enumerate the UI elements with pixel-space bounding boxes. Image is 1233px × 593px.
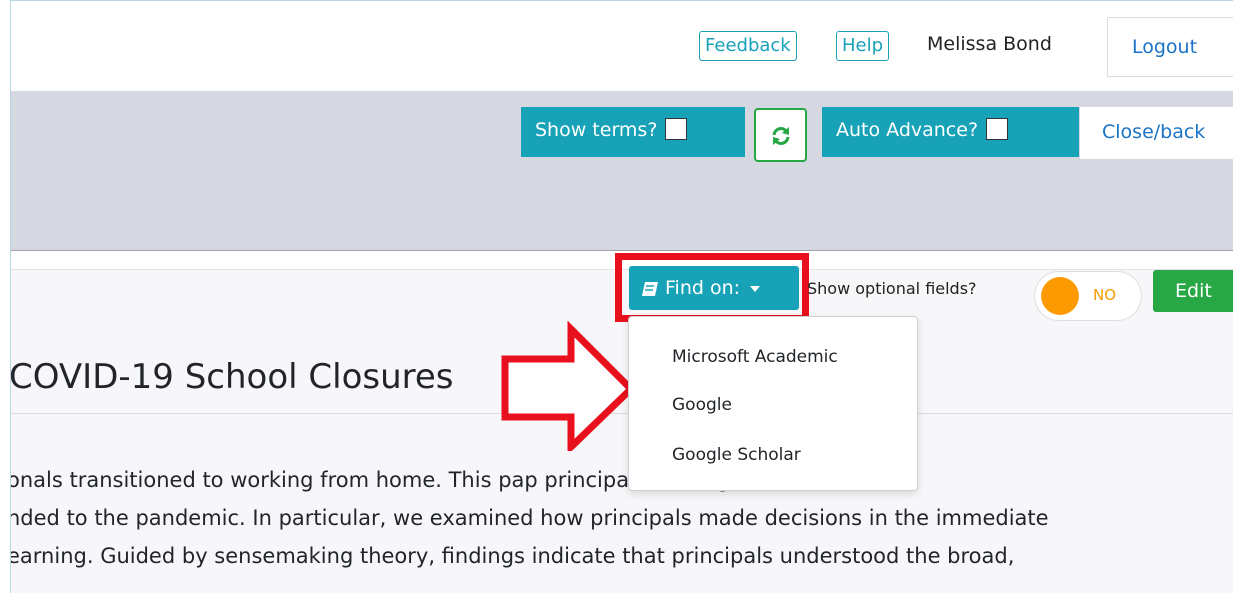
menu-item-google-scholar[interactable]: Google Scholar (672, 445, 801, 465)
find-on-dropdown-button[interactable]: Find on: (629, 266, 799, 310)
edit-button[interactable]: Edit (1153, 270, 1233, 312)
menu-item-google[interactable]: Google (672, 395, 732, 415)
find-on-menu: Microsoft Academic Google Google Scholar (628, 316, 918, 491)
show-terms-label: Show terms? (535, 119, 658, 141)
close-back-button[interactable]: Close/back (1080, 107, 1233, 159)
optional-fields-label: Show optional fields? (807, 279, 977, 298)
refresh-button[interactable] (754, 108, 807, 162)
chevron-down-icon (750, 285, 761, 292)
help-button[interactable]: Help (836, 31, 890, 61)
auto-advance-label: Auto Advance? (836, 119, 979, 141)
user-name: Melissa Bond (927, 33, 1052, 55)
logout-button[interactable]: Logout (1107, 17, 1233, 77)
top-bar: Feedback Help Melissa Bond Logout (11, 1, 1233, 91)
book-icon (642, 281, 658, 296)
show-terms-checkbox[interactable] (665, 117, 688, 140)
auto-advance-checkbox[interactable] (986, 117, 1009, 140)
show-terms-control[interactable]: Show terms? (521, 107, 745, 157)
abstract-line-3: earning. Guided by sensemaking theory, f… (10, 544, 1015, 568)
toolbar-band: Show terms? Auto Advance? Close/back (11, 91, 1233, 251)
feedback-button[interactable]: Feedback (699, 31, 797, 61)
menu-item-microsoft-academic[interactable]: Microsoft Academic (672, 347, 838, 367)
toggle-state-label: NO (1093, 286, 1117, 304)
abstract-line-2: nded to the pandemic. In particular, we … (10, 506, 1049, 530)
abstract-line-1: onals transitioned to working from home.… (10, 468, 730, 492)
record-title: COVID-19 School Closures (10, 357, 454, 397)
optional-fields-toggle[interactable]: NO (1034, 271, 1142, 321)
app-frame: Feedback Help Melissa Bond Logout Show t… (10, 0, 1233, 593)
auto-advance-control[interactable]: Auto Advance? (822, 107, 1079, 157)
red-arrow-annotation (501, 321, 636, 451)
toggle-knob (1041, 277, 1079, 315)
refresh-icon (772, 127, 790, 145)
find-on-label: Find on: (665, 277, 741, 299)
